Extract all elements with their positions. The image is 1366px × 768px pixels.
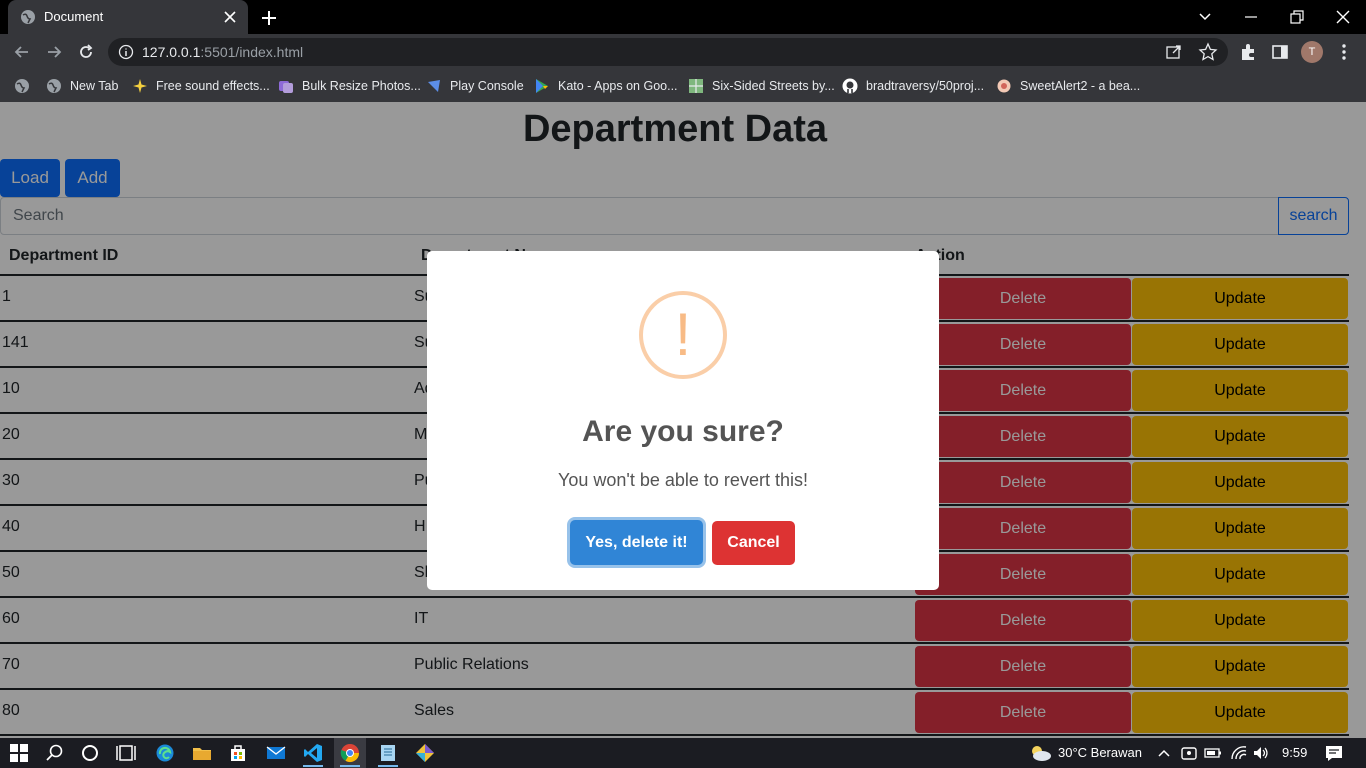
bookmark-bulk-resize[interactable]: Bulk Resize Photos... xyxy=(278,77,421,95)
side-panel-icon[interactable] xyxy=(1270,42,1290,62)
mail-icon[interactable] xyxy=(266,743,286,763)
reload-icon[interactable] xyxy=(76,42,96,62)
weather-text[interactable]: 30°C Berawan xyxy=(1058,745,1142,760)
bookmarks-bar: New Tab Free sound effects... Bulk Resiz… xyxy=(0,70,1366,102)
bookmark-six-sided-streets[interactable]: Six-Sided Streets by... xyxy=(688,77,835,95)
cortana-icon[interactable] xyxy=(80,743,100,763)
notepad-icon[interactable] xyxy=(378,743,398,763)
warning-icon: ! xyxy=(639,291,727,379)
tab-search-chevron-icon[interactable] xyxy=(1194,6,1216,28)
sweetalert-icon xyxy=(997,79,1011,93)
close-window-icon[interactable] xyxy=(1332,6,1354,28)
git-app-icon[interactable] xyxy=(415,743,435,763)
bookmark-label: Six-Sided Streets by... xyxy=(712,79,835,93)
play-console-icon xyxy=(428,80,440,92)
task-view-icon[interactable] xyxy=(116,743,136,763)
address-bar[interactable]: 127.0.0.1:5501/index.html xyxy=(108,38,1228,66)
confirm-delete-button[interactable]: Yes, delete it! xyxy=(570,520,703,565)
minimize-icon[interactable] xyxy=(1240,6,1262,28)
cancel-button[interactable]: Cancel xyxy=(712,521,795,565)
browser-tab[interactable]: Document xyxy=(8,0,248,34)
photos-icon xyxy=(279,81,293,93)
new-tab-icon[interactable] xyxy=(258,7,280,29)
battery-icon[interactable] xyxy=(1204,743,1222,763)
bookmark-new-tab[interactable]: New Tab xyxy=(46,77,118,95)
notepad-running-indicator xyxy=(378,765,398,767)
close-tab-icon[interactable] xyxy=(220,7,240,27)
weather-cloud-icon[interactable] xyxy=(1028,743,1052,763)
url-text: 127.0.0.1:5501/index.html xyxy=(142,44,303,60)
clock-time[interactable]: 9:59 xyxy=(1282,745,1307,760)
windows-taskbar: 30°C Berawan 9:59 xyxy=(0,738,1366,768)
tray-chevron-up-icon[interactable] xyxy=(1156,743,1172,763)
bookmark-star-icon[interactable] xyxy=(1198,42,1218,62)
tab-strip: Document xyxy=(0,0,1366,34)
sparkle-icon xyxy=(133,79,147,93)
bookmark-label: Kato - Apps on Goo... xyxy=(558,79,678,93)
bookmark-free-sound-effects[interactable]: Free sound effects... xyxy=(132,77,270,95)
apps-icon[interactable] xyxy=(14,78,30,94)
chrome-running-indicator xyxy=(340,765,360,767)
dialog-message: You won't be able to revert this! xyxy=(558,470,808,490)
vscode-running-indicator xyxy=(303,765,323,767)
bookmark-play-console[interactable]: Play Console xyxy=(426,77,524,95)
bookmark-sweetalert2[interactable]: SweetAlert2 - a bea... xyxy=(996,77,1140,95)
google-play-icon xyxy=(536,79,548,93)
bookmark-label: Free sound effects... xyxy=(156,79,270,93)
share-icon[interactable] xyxy=(1164,42,1184,62)
bookmark-label: SweetAlert2 - a bea... xyxy=(1020,79,1141,93)
confirm-dialog: ! Are you sure? You won't be able to rev… xyxy=(427,251,939,590)
vscode-icon[interactable] xyxy=(303,743,323,763)
globe-icon xyxy=(21,10,35,24)
wifi-icon[interactable] xyxy=(1230,743,1248,763)
tab-title: Document xyxy=(44,9,104,24)
extensions-icon[interactable] xyxy=(1238,42,1258,62)
file-explorer-icon[interactable] xyxy=(192,743,212,763)
store-icon[interactable] xyxy=(228,743,248,763)
search-icon[interactable] xyxy=(45,743,65,763)
volume-icon[interactable] xyxy=(1252,743,1270,763)
bookmark-kato[interactable]: Kato - Apps on Goo... xyxy=(534,77,678,95)
meet-now-icon[interactable] xyxy=(1180,743,1198,763)
notification-center-icon[interactable] xyxy=(1324,743,1344,763)
bookmark-label: New Tab xyxy=(70,79,119,93)
menu-dots-icon[interactable] xyxy=(1334,42,1354,62)
edge-icon[interactable] xyxy=(155,743,175,763)
bookmark-label: bradtraversy/50proj... xyxy=(866,79,985,93)
globe-icon xyxy=(47,79,61,93)
url-path: :5501/index.html xyxy=(200,44,304,60)
github-icon xyxy=(842,78,858,94)
bookmark-label: Bulk Resize Photos... xyxy=(302,79,421,93)
windows-start-icon[interactable] xyxy=(9,743,29,763)
forward-icon[interactable] xyxy=(44,42,64,62)
dialog-title: Are you sure? xyxy=(582,415,784,448)
site-info-icon[interactable] xyxy=(118,44,134,60)
chrome-icon[interactable] xyxy=(340,743,360,763)
back-icon[interactable] xyxy=(12,42,32,62)
url-host: 127.0.0.1 xyxy=(142,44,201,60)
bookmark-github[interactable]: bradtraversy/50proj... xyxy=(842,77,984,95)
browser-toolbar: 127.0.0.1:5501/index.html T xyxy=(0,34,1366,70)
restore-icon[interactable] xyxy=(1286,6,1308,28)
map-icon xyxy=(689,79,703,93)
bookmark-label: Play Console xyxy=(450,79,524,93)
profile-avatar[interactable]: T xyxy=(1301,41,1323,63)
